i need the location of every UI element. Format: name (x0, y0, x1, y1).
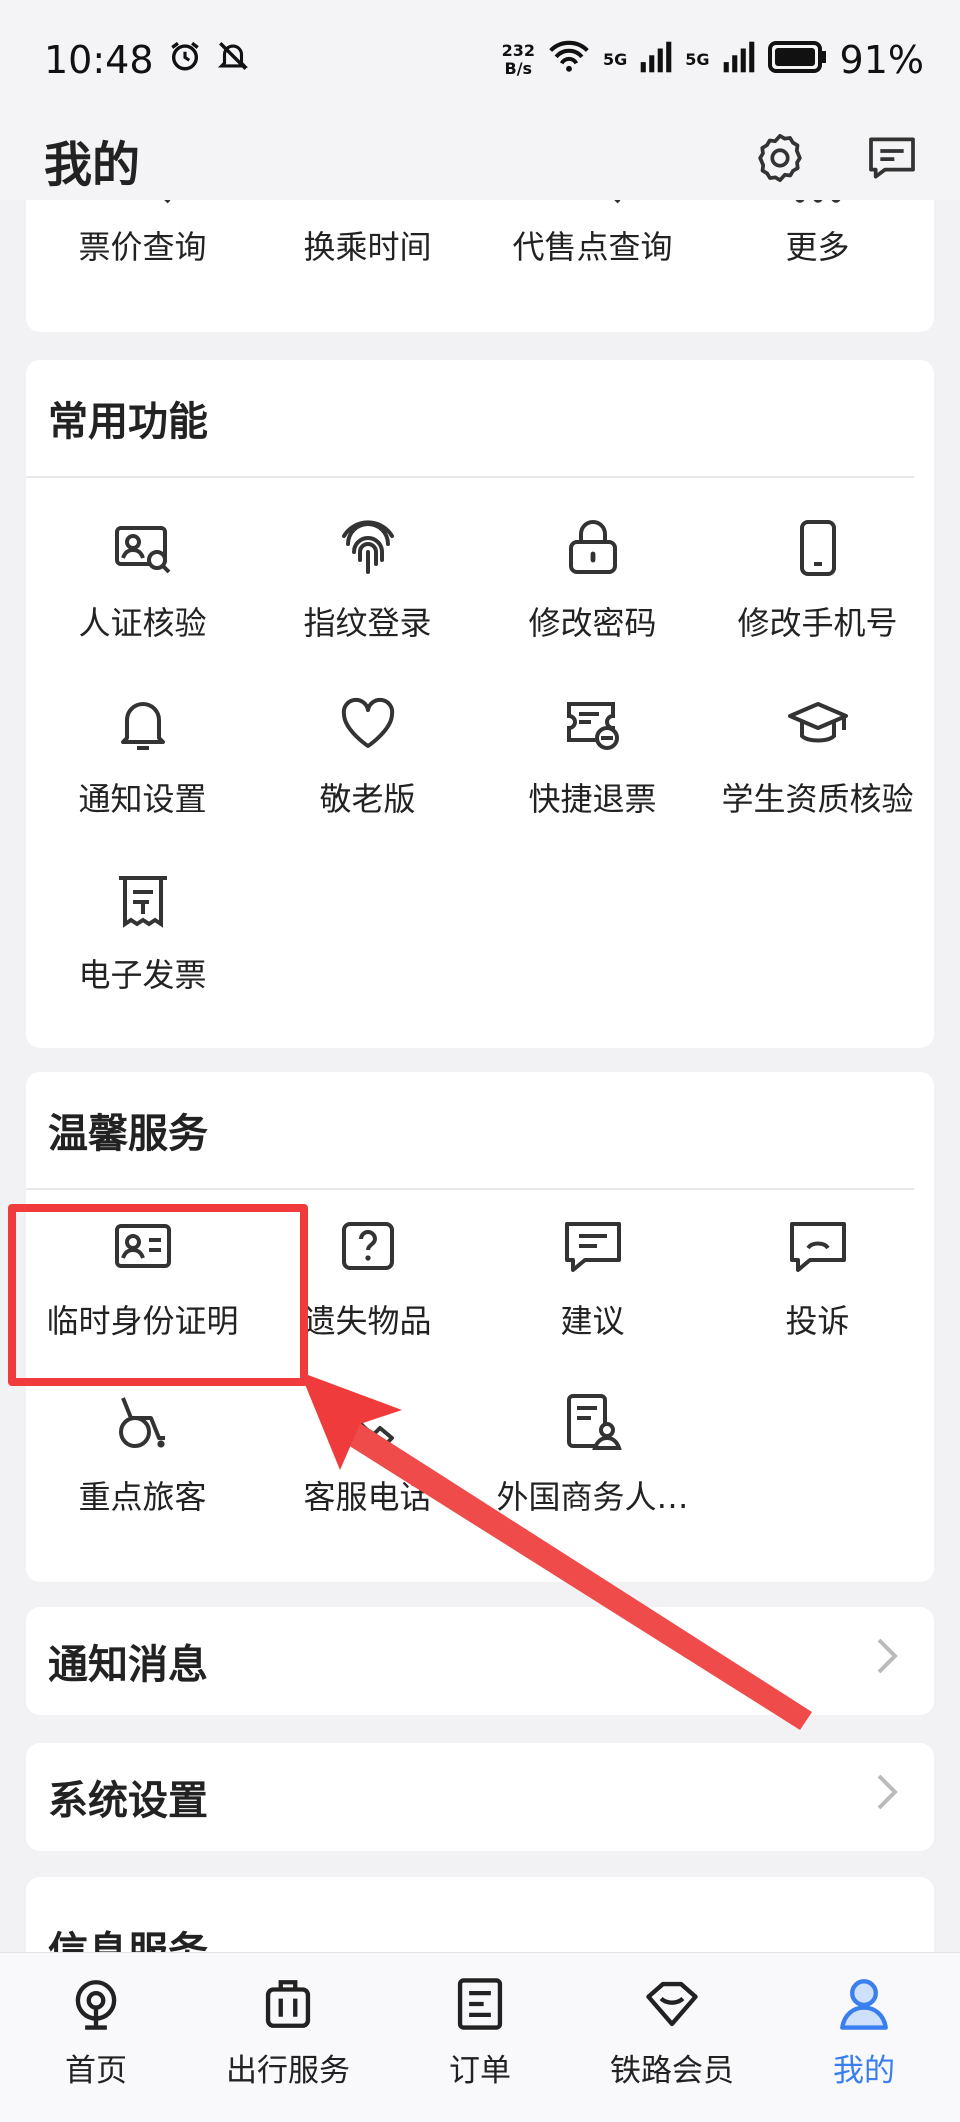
common-items-item[interactable]: 人证核验 (30, 492, 255, 668)
heart-icon (336, 692, 400, 760)
chevron-right-icon (872, 1636, 902, 1686)
wifi-icon (547, 38, 591, 82)
warm-services-title: 温馨服务 (26, 1072, 914, 1190)
warm-items-item[interactable]: 重点旅客 (30, 1366, 255, 1542)
status-left: 10:48 (44, 38, 250, 82)
invoice-icon (111, 868, 175, 936)
item-label: 代售点查询 (512, 228, 673, 266)
common-items-item[interactable]: 学生资质核验 (705, 668, 930, 844)
item-label: 客服电话 (303, 1478, 432, 1516)
nav-tab-label: 首页 (65, 2053, 127, 2089)
luggage-icon (259, 1975, 317, 2037)
bell-icon (111, 692, 175, 760)
message-icon[interactable] (864, 130, 920, 190)
common-functions-title: 常用功能 (26, 360, 914, 478)
lost-item-icon (336, 1214, 400, 1282)
warm-items-item[interactable]: 客服电话 (255, 1366, 480, 1542)
common-items-item[interactable]: 修改密码 (480, 492, 705, 668)
alarm-icon (168, 38, 202, 82)
item-label: 人证核验 (78, 604, 207, 642)
common-items-item[interactable]: 指纹登录 (255, 492, 480, 668)
system-settings-label: 系统设置 (48, 1778, 208, 1824)
nav-tab-label: 铁路会员 (610, 2053, 734, 2089)
network-type-2: 5G (685, 50, 710, 69)
network-speed: 232 B/s (501, 41, 535, 78)
settings-gear-icon[interactable] (752, 130, 808, 190)
common-items-item[interactable]: 快捷退票 (480, 668, 705, 844)
nav-tab-label: 我的 (833, 2053, 895, 2089)
status-right: 232 B/s 5G 5G 91% (502, 38, 924, 82)
diamond-icon (643, 1975, 701, 2037)
nav-tab[interactable]: 出行服务 (193, 1975, 383, 2090)
home-train-icon (67, 1975, 125, 2037)
item-label: 重点旅客 (78, 1478, 207, 1516)
item-label: 通知设置 (78, 780, 207, 818)
item-label: 快捷退票 (528, 780, 657, 818)
common-items-item[interactable]: 通知设置 (30, 668, 255, 844)
battery-level: 91% (839, 38, 924, 82)
common-items-item[interactable]: 电子发票 (30, 844, 255, 1020)
warm-items-item[interactable]: 外国商务人… (480, 1366, 705, 1542)
common-items-item[interactable]: 敬老版 (255, 668, 480, 844)
annotation-highlight-box (8, 1204, 308, 1386)
item-label: 电子发票 (78, 956, 207, 994)
item-label: 指纹登录 (303, 604, 432, 642)
item-label: 遗失物品 (303, 1302, 432, 1340)
system-settings-row[interactable]: 系统设置 (26, 1743, 934, 1851)
item-label: 学生资质核验 (721, 780, 914, 818)
item-label: 修改密码 (528, 604, 657, 642)
warm-items-item[interactable]: 投诉 (705, 1190, 930, 1366)
id-verify-icon (111, 516, 175, 584)
title-actions (752, 130, 920, 190)
bottom-navigation: 首页 出行服务 订单 铁路会员 我的 (0, 1952, 960, 2122)
title-bar: 我的 (0, 120, 960, 200)
item-label: 建议 (560, 1302, 625, 1340)
nav-tab[interactable]: 订单 (385, 1975, 575, 2090)
nav-tab-label: 出行服务 (226, 2053, 350, 2089)
notifications-label: 通知消息 (48, 1642, 208, 1688)
common-functions-card: 常用功能 人证核验 指纹登录 修改密码 修改手机号通知设置 敬老版 快捷退票 学生资质核验电… (26, 360, 934, 1048)
battery-icon (767, 38, 828, 82)
complaint-icon (786, 1214, 850, 1282)
foreign-business-icon (561, 1390, 625, 1458)
user-icon (835, 1975, 893, 2037)
chevron-right-icon (872, 1772, 902, 1822)
warm-items-item[interactable]: 建议 (480, 1190, 705, 1366)
signal-icon (639, 38, 673, 82)
refund-ticket-icon (561, 692, 625, 760)
lock-icon (561, 516, 625, 584)
phone-icon (786, 516, 850, 584)
graduation-cap-icon (786, 692, 850, 760)
common-functions-grid: 人证核验 指纹登录 修改密码 修改手机号通知设置 敬老版 快捷退票 学生资质核验电子发票 (26, 478, 934, 1020)
item-label: 投诉 (785, 1302, 850, 1340)
order-icon (451, 1975, 509, 2037)
page-title: 我的 (44, 137, 141, 193)
item-label: 敬老版 (319, 780, 416, 818)
phone-call-icon (336, 1390, 400, 1458)
suggestion-icon (561, 1214, 625, 1282)
item-label: 换乘时间 (303, 228, 432, 266)
nav-tab[interactable]: 首页 (1, 1975, 191, 2090)
nav-tab[interactable]: 铁路会员 (577, 1975, 767, 2090)
mute-bell-icon (216, 38, 250, 82)
notifications-row[interactable]: 通知消息 (26, 1607, 934, 1715)
item-label: 票价查询 (78, 228, 207, 266)
network-type-1: 5G (603, 50, 628, 69)
item-label: 更多 (785, 228, 850, 266)
item-label: 修改手机号 (737, 604, 898, 642)
nav-tab[interactable]: 我的 (769, 1975, 959, 2090)
common-items-item[interactable]: 修改手机号 (705, 492, 930, 668)
signal-icon (722, 38, 756, 82)
status-bar: 10:48 232 B/s 5G 5G 91% (0, 0, 960, 120)
fingerprint-icon (336, 516, 400, 584)
wheelchair-icon (111, 1390, 175, 1458)
nav-tab-label: 订单 (449, 2053, 511, 2089)
item-label: 外国商务人… (496, 1478, 689, 1516)
status-time: 10:48 (44, 38, 154, 82)
